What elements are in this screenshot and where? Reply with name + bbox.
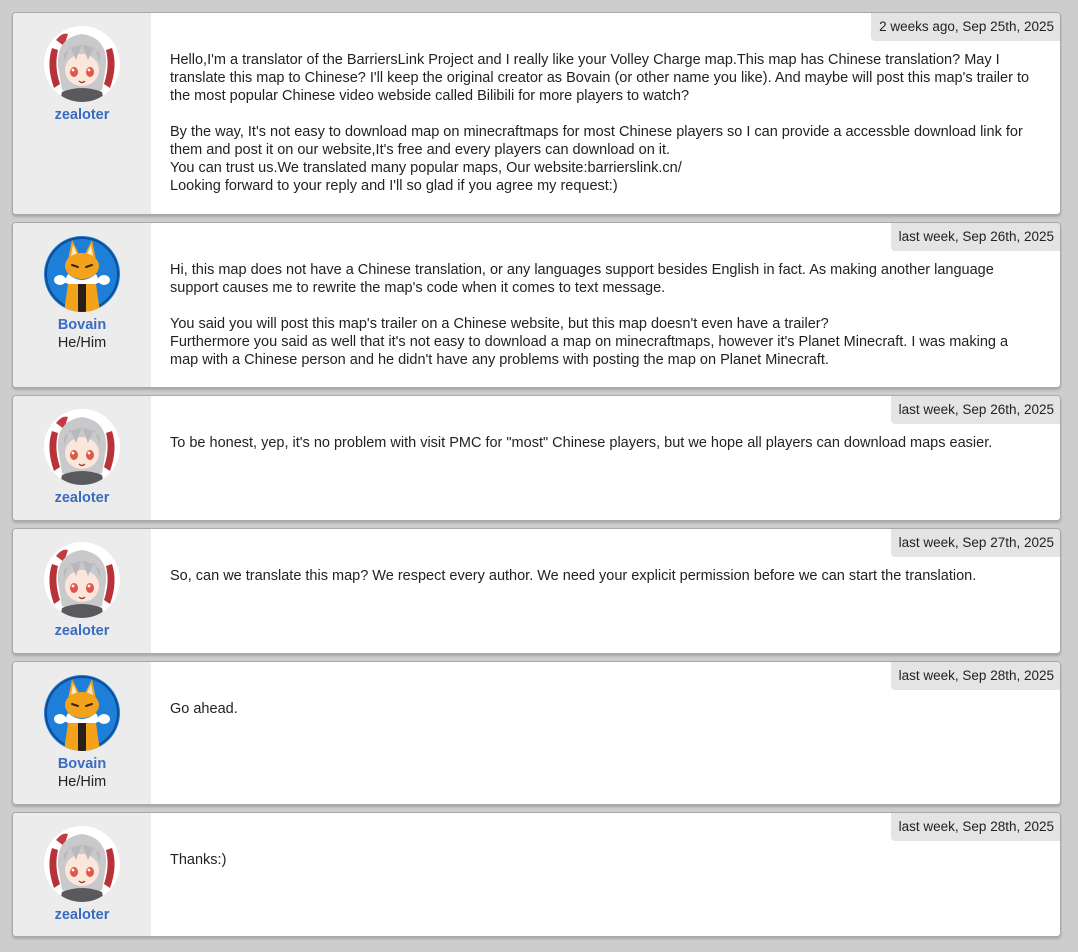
username-link[interactable]: zealoter xyxy=(55,907,110,924)
message-card: zealoter last week, Sep 28th, 2025 Thank… xyxy=(12,812,1061,937)
author-panel: zealoter xyxy=(13,813,151,936)
message-text: Hi, this map does not have a Chinese tra… xyxy=(170,262,1009,368)
username-link[interactable]: Bovain xyxy=(58,756,106,773)
message-card: zealoter last week, Sep 27th, 2025 So, c… xyxy=(12,528,1061,654)
message-card: zealoter 2 weeks ago, Sep 25th, 2025 Hel… xyxy=(12,12,1061,215)
message-body: 2 weeks ago, Sep 25th, 2025 Hello,I'm a … xyxy=(151,13,1060,214)
message-card: Bovain He/Him last week, Sep 26th, 2025 … xyxy=(12,222,1061,388)
author-panel: zealoter xyxy=(13,396,151,520)
timestamp: last week, Sep 26th, 2025 xyxy=(890,396,1060,424)
zealoter-avatar-icon[interactable] xyxy=(44,542,120,618)
message-card: Bovain He/Him last week, Sep 28th, 2025 … xyxy=(12,661,1061,805)
zealoter-avatar-icon[interactable] xyxy=(44,26,120,102)
zealoter-avatar-icon[interactable] xyxy=(44,409,120,485)
timestamp: 2 weeks ago, Sep 25th, 2025 xyxy=(871,13,1060,41)
message-text: To be honest, yep, it's no problem with … xyxy=(170,435,993,451)
username-link[interactable]: zealoter xyxy=(55,623,110,640)
author-panel: zealoter xyxy=(13,13,151,214)
message-body: last week, Sep 27th, 2025 So, can we tra… xyxy=(151,529,1060,653)
username-link[interactable]: Bovain xyxy=(58,317,106,334)
message-text: So, can we translate this map? We respec… xyxy=(170,568,977,584)
message-body: last week, Sep 26th, 2025 Hi, this map d… xyxy=(151,223,1060,387)
pronouns: He/Him xyxy=(57,335,107,351)
author-panel: zealoter xyxy=(13,529,151,653)
message-text: Go ahead. xyxy=(170,701,238,717)
message-body: last week, Sep 28th, 2025 Thanks:) xyxy=(151,813,1060,936)
timestamp: last week, Sep 26th, 2025 xyxy=(890,223,1060,251)
comment-thread: zealoter 2 weeks ago, Sep 25th, 2025 Hel… xyxy=(12,12,1061,944)
bovain-avatar-icon[interactable] xyxy=(44,675,120,751)
pronouns: He/Him xyxy=(57,774,107,790)
message-text: Hello,I'm a translator of the BarriersLi… xyxy=(170,52,1030,194)
timestamp: last week, Sep 28th, 2025 xyxy=(890,662,1060,690)
message-card: zealoter last week, Sep 26th, 2025 To be… xyxy=(12,395,1061,521)
username-link[interactable]: zealoter xyxy=(55,107,110,124)
zealoter-avatar-icon[interactable] xyxy=(44,826,120,902)
username-link[interactable]: zealoter xyxy=(55,490,110,507)
message-body: last week, Sep 26th, 2025 To be honest, … xyxy=(151,396,1060,520)
author-panel: Bovain He/Him xyxy=(13,223,151,387)
message-text: Thanks:) xyxy=(170,852,227,868)
timestamp: last week, Sep 27th, 2025 xyxy=(890,529,1060,557)
timestamp: last week, Sep 28th, 2025 xyxy=(890,813,1060,841)
bovain-avatar-icon[interactable] xyxy=(44,236,120,312)
message-body: last week, Sep 28th, 2025 Go ahead. xyxy=(151,662,1060,804)
author-panel: Bovain He/Him xyxy=(13,662,151,804)
